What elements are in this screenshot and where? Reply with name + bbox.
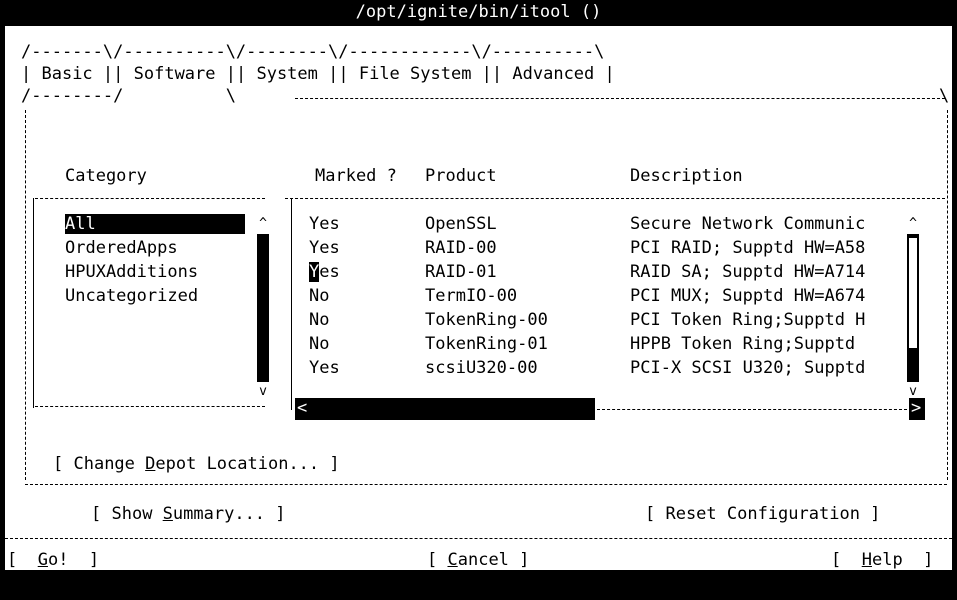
product-column-header[interactable]: Product [425, 166, 497, 186]
row-3-marked[interactable]: No [309, 286, 329, 306]
text-cursor: Y [309, 262, 320, 282]
category-item-orderedapps[interactable]: OrderedApps [65, 238, 178, 258]
row-3-description[interactable]: PCI MUX; Supptd HW=A674 [630, 286, 865, 306]
category-scroll-down-icon[interactable]: v [257, 382, 269, 402]
row-2-marked[interactable]: Yes [309, 262, 340, 282]
tab-bar-bottom-border: /--------/ \ [21, 86, 236, 106]
panel-top-border [295, 98, 945, 99]
tab-bar-top-border: /-------\/----------\/--------\/--------… [21, 42, 605, 62]
tab-system[interactable]: System [256, 64, 317, 84]
category-box-bottom [35, 406, 265, 407]
category-box-left [33, 198, 34, 408]
tab-basic[interactable]: Basic [41, 64, 92, 84]
panel-corner-tr: \ [939, 86, 950, 106]
row-0-marked[interactable]: Yes [309, 214, 340, 234]
description-column-header[interactable]: Description [630, 166, 743, 186]
panel-left-border [25, 110, 26, 480]
row-4-product[interactable]: TokenRing-00 [425, 310, 548, 330]
go-button[interactable]: [ Go! ] [7, 550, 99, 570]
product-hscrollbar-thumb[interactable] [295, 398, 595, 420]
itool-screen: /-------\/----------\/--------\/--------… [5, 26, 952, 570]
reset-configuration-button[interactable]: [ Reset Configuration ] [645, 504, 880, 524]
row-2-product[interactable]: RAID-01 [425, 262, 497, 282]
action-row-separator [5, 538, 952, 539]
marked-column-header[interactable]: Marked ? [315, 166, 397, 186]
scroll-left-icon[interactable]: < [297, 398, 307, 418]
scroll-right-icon[interactable]: > [911, 398, 921, 418]
panel-bottom-border [25, 484, 947, 485]
row-0-product[interactable]: OpenSSL [425, 214, 497, 234]
help-button[interactable]: [ Help ] [831, 550, 933, 570]
tab-file-system[interactable]: File System [359, 64, 472, 84]
bottom-bezel [0, 570, 957, 600]
tab-software[interactable]: Software [134, 64, 216, 84]
show-summary-button[interactable]: [ Show Summary... ] [91, 504, 286, 524]
row-2-description[interactable]: RAID SA; Supptd HW=A714 [630, 262, 865, 282]
category-item-hpuxadditions[interactable]: HPUXAdditions [65, 262, 198, 282]
row-1-product[interactable]: RAID-00 [425, 238, 497, 258]
tab-bar: | Basic || Software || System || File Sy… [21, 64, 615, 84]
row-1-marked[interactable]: Yes [309, 238, 340, 258]
product-box-left [291, 198, 292, 410]
row-3-product[interactable]: TermIO-00 [425, 286, 517, 306]
window-title: /opt/ignite/bin/itool () [0, 0, 957, 26]
panel-right-border [947, 110, 948, 480]
category-scrollbar[interactable] [257, 216, 269, 390]
row-6-description[interactable]: PCI-X SCSI U320; Supptd [630, 358, 865, 378]
row-5-product[interactable]: TokenRing-01 [425, 334, 548, 354]
product-box-top [285, 198, 945, 199]
row-6-product[interactable]: scsiU320-00 [425, 358, 538, 378]
change-depot-location-button[interactable]: [ Change Depot Location... ] [53, 454, 340, 474]
product-hscroll-track [597, 409, 907, 410]
product-scroll-up-icon[interactable]: ^ [907, 214, 919, 234]
category-box-top [35, 198, 265, 199]
category-item-all[interactable]: All [65, 214, 245, 234]
product-vscroll-gap [909, 238, 917, 348]
row-5-description[interactable]: HPPB Token Ring;Supptd [630, 334, 865, 354]
category-scroll-up-icon[interactable]: ^ [257, 214, 269, 234]
row-4-description[interactable]: PCI Token Ring;Supptd H [630, 310, 865, 330]
row-4-marked[interactable]: No [309, 310, 329, 330]
row-0-description[interactable]: Secure Network Communic [630, 214, 865, 234]
category-header: Category [65, 166, 147, 186]
tab-advanced[interactable]: Advanced [512, 64, 594, 84]
row-5-marked[interactable]: No [309, 334, 329, 354]
row-6-marked[interactable]: Yes [309, 358, 340, 378]
cancel-button[interactable]: [ Cancel ] [427, 550, 529, 570]
category-item-uncategorized[interactable]: Uncategorized [65, 286, 198, 306]
row-1-description[interactable]: PCI RAID; Supptd HW=A58 [630, 238, 865, 258]
